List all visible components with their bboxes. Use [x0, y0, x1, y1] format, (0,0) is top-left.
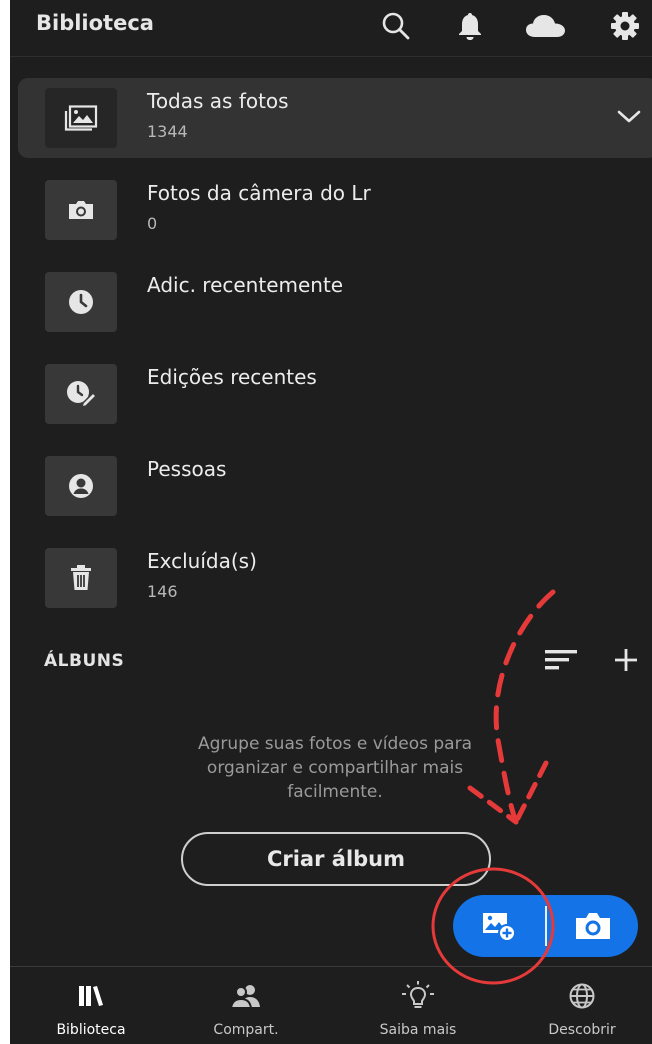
page-title: Biblioteca [36, 11, 154, 35]
library-item-label: Adic. recentemente [147, 273, 344, 297]
add-album-icon[interactable] [608, 640, 644, 680]
camera-capture-icon[interactable] [547, 895, 638, 957]
library-item-fotos-da-camera[interactable]: Fotos da câmera do Lr 0 [10, 170, 652, 262]
library-item-label: Pessoas [147, 457, 227, 481]
library-item-count: 0 [147, 214, 158, 233]
bottom-navigation: Biblioteca Compart. Saiba mais Descobrir [10, 966, 652, 1044]
edit-history-icon [45, 364, 117, 424]
nav-label: Biblioteca [56, 1022, 126, 1038]
photos-icon [45, 88, 117, 148]
people-icon [186, 981, 306, 1011]
library-item-label: Todas as fotos [147, 89, 289, 113]
chevron-down-icon[interactable] [614, 102, 644, 132]
cloud-icon[interactable] [521, 8, 571, 44]
sort-icon[interactable] [543, 640, 579, 680]
nav-label: Saiba mais [379, 1022, 457, 1038]
nav-descobrir[interactable]: Descobrir [522, 967, 642, 1044]
trash-icon [45, 548, 117, 608]
create-album-button[interactable]: Criar álbum [181, 832, 491, 886]
library-item-label: Fotos da câmera do Lr [147, 181, 371, 205]
library-item-label: Excluída(s) [147, 549, 257, 573]
nav-compart[interactable]: Compart. [186, 967, 306, 1044]
person-icon [45, 456, 117, 516]
add-photo-icon[interactable] [453, 895, 545, 957]
library-item-count: 1344 [147, 122, 188, 141]
search-icon[interactable] [378, 8, 414, 44]
albums-section-title: ÁLBUNS [44, 651, 125, 671]
nav-saiba-mais[interactable]: Saiba mais [358, 967, 478, 1044]
lightbulb-icon [358, 981, 478, 1011]
library-item-pessoas[interactable]: Pessoas [10, 446, 652, 538]
library-item-excluidas[interactable]: Excluída(s) 146 [10, 538, 652, 630]
library-item-count: 146 [147, 582, 178, 601]
library-item-adic-recentemente[interactable]: Adic. recentemente [10, 262, 652, 354]
camera-icon [45, 180, 117, 240]
library-list: Todas as fotos 1344 Fotos da câmera do L… [10, 78, 652, 630]
library-icon [31, 981, 151, 1011]
app-screen: Biblioteca Todas as fotos 1344 Fotos da … [10, 0, 652, 1044]
nav-label: Descobrir [548, 1022, 616, 1038]
gear-icon[interactable] [607, 8, 643, 44]
add-photos-fab [453, 895, 638, 957]
top-app-bar: Biblioteca [10, 0, 652, 57]
nav-label: Compart. [213, 1022, 279, 1038]
bell-icon[interactable] [452, 8, 488, 44]
albums-empty-message: Agrupe suas fotos e vídeos para organiza… [197, 734, 473, 802]
library-item-label: Edições recentes [147, 365, 317, 389]
clock-icon [45, 272, 117, 332]
nav-biblioteca[interactable]: Biblioteca [31, 967, 151, 1044]
library-item-edicoes-recentes[interactable]: Edições recentes [10, 354, 652, 446]
globe-icon [522, 981, 642, 1011]
library-item-todas-as-fotos[interactable]: Todas as fotos 1344 [18, 78, 652, 158]
